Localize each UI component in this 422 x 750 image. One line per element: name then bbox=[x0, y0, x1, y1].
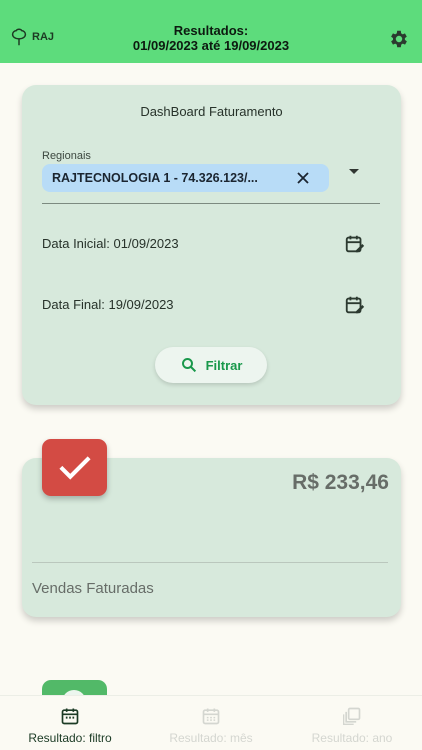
dashboard-title: DashBoard Faturamento bbox=[140, 104, 283, 119]
calendar-month-icon bbox=[202, 708, 220, 725]
nav-label-mes: Resultado: mês bbox=[169, 731, 253, 745]
check-status-tile bbox=[42, 439, 107, 496]
filter-button[interactable]: Filtrar bbox=[155, 347, 267, 383]
filter-card: DashBoard Faturamento Regionais RAJTECNO… bbox=[22, 85, 401, 405]
filter-button-label: Filtrar bbox=[205, 357, 243, 373]
title-line-1: Resultados: bbox=[173, 23, 249, 38]
close-icon[interactable] bbox=[296, 171, 310, 185]
check-icon bbox=[58, 455, 91, 480]
logo: RAJ bbox=[8, 26, 54, 48]
nav-item-ano[interactable]: Resultado: ano bbox=[282, 696, 422, 750]
library-icon bbox=[343, 707, 361, 725]
result-divider bbox=[32, 562, 388, 563]
nav-item-filtro[interactable]: Resultado: filtro bbox=[0, 696, 140, 750]
regional-underline bbox=[42, 203, 380, 204]
bottom-nav: Resultado: filtro Resultado: mês Resulta… bbox=[0, 695, 422, 750]
end-date-label: Data Final: 19/09/2023 bbox=[42, 297, 174, 312]
calendar-icon bbox=[61, 708, 79, 725]
tree-logo-icon bbox=[11, 28, 27, 46]
sales-amount: R$ 233,46 bbox=[292, 471, 389, 494]
page-title: Resultados: 01/09/2023 até 19/09/2023 bbox=[90, 23, 332, 53]
nav-label-ano: Resultado: ano bbox=[311, 731, 393, 745]
regional-chip-text: RAJTECNOLOGIA 1 - 74.326.123/... bbox=[52, 171, 258, 185]
edit-calendar-icon[interactable] bbox=[344, 294, 366, 316]
nav-label-filtro: Resultado: filtro bbox=[28, 731, 112, 745]
gear-icon[interactable] bbox=[388, 28, 410, 50]
sales-label: Vendas Faturadas bbox=[32, 580, 154, 597]
title-line-2: 01/09/2023 até 19/09/2023 bbox=[132, 38, 290, 53]
logo-text: RAJ bbox=[32, 31, 55, 43]
app-bar: RAJ Resultados: 01/09/2023 até 19/09/202… bbox=[0, 0, 422, 63]
regional-label: Regionais bbox=[42, 150, 91, 162]
nav-item-mes[interactable]: Resultado: mês bbox=[141, 696, 281, 750]
edit-calendar-icon[interactable] bbox=[344, 233, 366, 255]
search-icon bbox=[181, 358, 196, 373]
dropdown-arrow-icon[interactable] bbox=[349, 169, 359, 174]
regional-chip[interactable]: RAJTECNOLOGIA 1 - 74.326.123/... bbox=[42, 164, 329, 192]
start-date-label: Data Inicial: 01/09/2023 bbox=[42, 236, 179, 251]
